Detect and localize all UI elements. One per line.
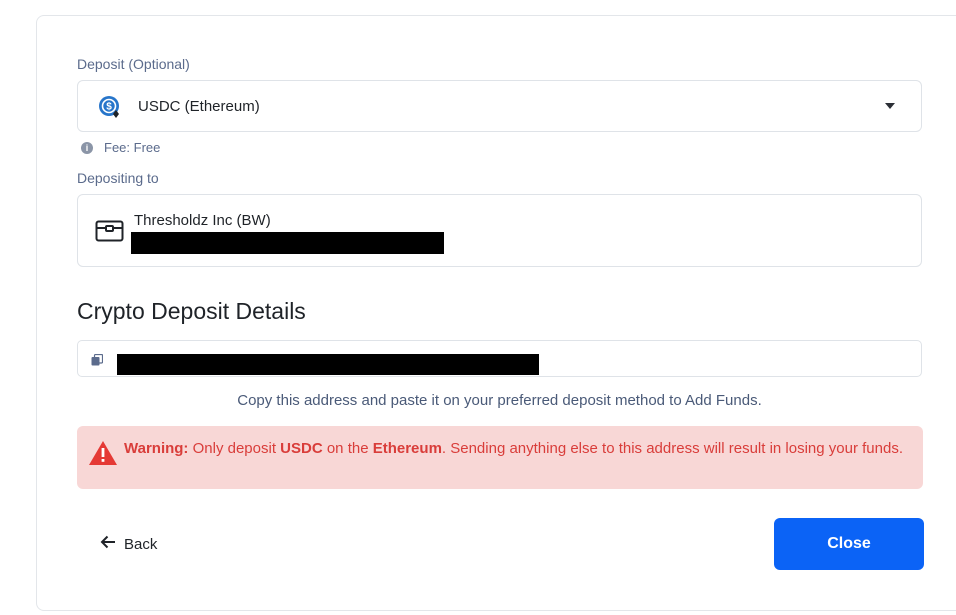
warning-text-3: . Sending anything else to this address … <box>441 440 903 457</box>
deposit-address-field[interactable] <box>77 340 922 377</box>
warning-prefix: Warning: <box>124 440 189 457</box>
redacted-account-id <box>131 232 444 254</box>
close-button[interactable]: Close <box>774 518 924 570</box>
destination-account: Thresholdz Inc (BW) <box>77 194 922 267</box>
chevron-down-icon[interactable] <box>885 103 895 109</box>
warning-text: Warning: Only deposit USDC on the Ethere… <box>124 439 914 459</box>
warning-text-2: on the <box>322 440 373 457</box>
svg-text:$: $ <box>106 102 112 113</box>
wallet-icon <box>95 219 125 248</box>
arrow-left-icon <box>100 535 116 553</box>
warning-banner: Warning: Only deposit USDC on the Ethere… <box>77 426 923 489</box>
warning-asset: USDC <box>280 440 323 457</box>
copy-icon[interactable] <box>91 353 104 371</box>
account-name: Thresholdz Inc (BW) <box>134 212 271 229</box>
asset-select[interactable]: $ USDC (Ethereum) <box>77 80 922 132</box>
deposit-label: Deposit (Optional) <box>77 56 190 72</box>
fee-row: i Fee: Free <box>81 140 160 155</box>
warning-triangle-icon <box>88 440 118 471</box>
warning-text-1: Only deposit <box>188 440 281 457</box>
usdc-coin-icon: $ <box>98 95 120 118</box>
warning-network: Ethereum <box>372 440 442 457</box>
section-title: Crypto Deposit Details <box>77 298 306 324</box>
back-button[interactable]: Back <box>100 532 157 556</box>
redacted-address <box>117 354 539 375</box>
fee-text: Fee: Free <box>104 140 161 155</box>
info-icon: i <box>81 141 93 154</box>
back-label: Back <box>124 535 158 553</box>
helper-text: Copy this address and paste it on your p… <box>237 392 762 409</box>
depositing-to-label: Depositing to <box>77 170 159 186</box>
selected-asset: USDC (Ethereum) <box>138 97 260 115</box>
